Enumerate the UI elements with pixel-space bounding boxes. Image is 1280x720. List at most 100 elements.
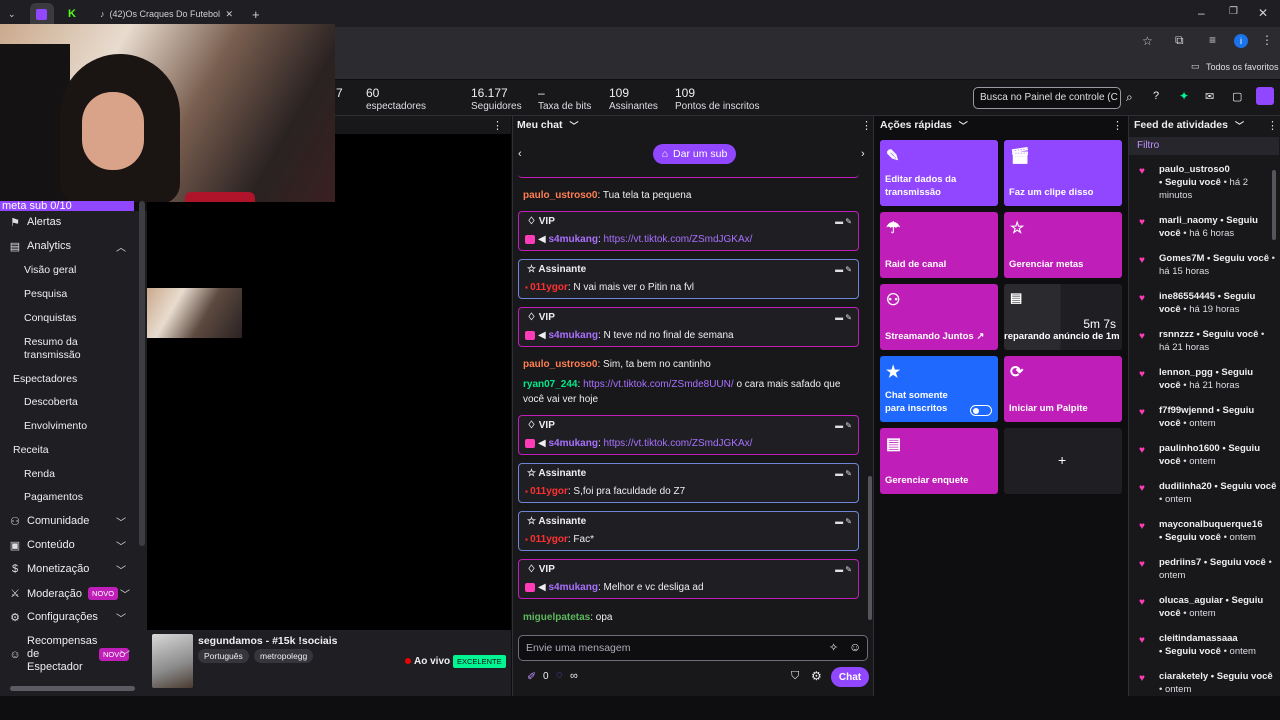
message-actions[interactable]: ▬ ✎ <box>835 469 852 478</box>
feed-item[interactable]: ♥ marli_naomy • Seguiu você • há 6 horas <box>1139 214 1277 240</box>
message-actions[interactable]: ▬ ✎ <box>835 517 852 526</box>
quick-actions-header[interactable]: Ações rápidas ﹀ <box>876 116 968 134</box>
more-options-icon[interactable]: ⋮ <box>1112 119 1123 132</box>
filter-button[interactable]: Filtro <box>1129 137 1279 155</box>
more-options-icon[interactable]: ⋮ <box>492 119 503 132</box>
feed-scrollbar[interactable] <box>1272 170 1276 240</box>
chat-input[interactable]: Envie uma mensagem <box>518 635 868 661</box>
feed-item[interactable]: ♥ cleitindamassaaa • Seguiu você • ontem <box>1139 632 1277 658</box>
nav-pesquisa[interactable]: Pesquisa <box>24 288 67 300</box>
message-actions[interactable]: ▬ ✎ <box>835 217 852 226</box>
chevron-right-icon[interactable]: › <box>861 148 865 160</box>
nav-moderacao[interactable]: ⚔ Moderação NOVO ﹀ <box>0 587 140 601</box>
tab-kick[interactable]: K <box>62 3 86 25</box>
sparkle-icon[interactable]: ✧ <box>829 641 838 654</box>
feed-item[interactable]: ♥ lennon_pgg • Seguiu você • há 21 horas <box>1139 366 1277 392</box>
dashboard-search-input[interactable]: Busca no Painel de controle (C <box>973 87 1121 109</box>
menu-icon[interactable]: ⋮ <box>1261 33 1273 47</box>
subs-only-toggle[interactable] <box>970 405 992 416</box>
minimize-icon[interactable]: – <box>1198 6 1205 20</box>
tab-search-button[interactable]: ⌄ <box>4 3 22 25</box>
feed-item[interactable]: ♥ dudilinha20 • Seguiu você • ontem <box>1139 480 1277 506</box>
emote-icon[interactable]: ☺ <box>849 640 861 654</box>
new-tab-button[interactable]: + <box>250 3 266 25</box>
sidebar-scrollbar[interactable] <box>139 201 145 546</box>
feed-item[interactable]: ♥ rsnnzzz • Seguiu você • há 21 horas <box>1139 328 1277 354</box>
more-options-icon[interactable]: ⋮ <box>1267 119 1278 132</box>
feed-item[interactable]: ♥ ciaraketely • Seguiu você • ontem <box>1139 670 1277 696</box>
feed-item[interactable]: ♥ mayconalbuquerque16 • Seguiu você • ont… <box>1139 518 1277 544</box>
chat-bubble-icon[interactable]: ▢ <box>1232 90 1242 103</box>
tag-portugues[interactable]: Português <box>198 649 249 663</box>
tag-metropolegg[interactable]: metropolegg <box>254 649 314 663</box>
nav-resumo[interactable]: Resumo da transmissão <box>24 336 94 362</box>
nav-envolvimento[interactable]: Envolvimento <box>24 420 87 432</box>
message-link[interactable]: https://vt.tiktok.com/ZSmdJGKAx/ <box>604 234 753 245</box>
raid-button[interactable]: ☂ Raid de canal <box>880 212 998 278</box>
nav-comunidade[interactable]: ⚇ Comunidade ﹀ <box>0 515 140 529</box>
add-quick-action-button[interactable]: + <box>1004 428 1122 494</box>
nav-renda[interactable]: Renda <box>24 468 55 480</box>
nav-conquistas[interactable]: Conquistas <box>24 312 77 324</box>
close-window-icon[interactable]: ✕ <box>1258 6 1268 20</box>
feed-item[interactable]: ♥ paulo_ustroso0 • Seguiu você • há 2 min… <box>1139 163 1277 202</box>
close-icon[interactable]: ✕ <box>226 9 234 20</box>
message-link[interactable]: https://vt.tiktok.com/ZSmde8UUN/ <box>583 379 734 390</box>
feed-item[interactable]: ♥ paulinho1600 • Seguiu você • ontem <box>1139 442 1277 468</box>
tab-tiktok[interactable]: ♪ (42)Os Craques Do Futebol: Ha ✕ <box>92 3 247 25</box>
message-link[interactable]: https://vt.tiktok.com/ZSmdJGKAx/ <box>604 438 753 449</box>
stream-together-button[interactable]: ⚇ Streamando Juntos ↗ <box>880 284 998 350</box>
nav-monetizacao[interactable]: $ Monetização ﹀ <box>0 563 140 577</box>
activity-feed-header[interactable]: Feed de atividades ﹀ <box>1130 116 1244 134</box>
prepare-ad-button[interactable]: ▤ 5m 7s reparando anúncio de 1m <box>1004 284 1122 350</box>
nav-receita[interactable]: Receita <box>13 444 49 456</box>
restore-icon[interactable]: ❐ <box>1229 6 1238 17</box>
feed-item[interactable]: ♥ olucas_aguiar • Seguiu você • ontem <box>1139 594 1277 620</box>
media-icon[interactable]: ≡ <box>1209 33 1216 47</box>
manage-poll-button[interactable]: ▤ Gerenciar enquete <box>880 428 998 494</box>
subscribers-only-chat-button[interactable]: ★ Chat somente para inscritos <box>880 356 998 422</box>
channel-points-icon[interactable]: ✐ <box>527 670 536 683</box>
chevron-left-icon[interactable]: ‹ <box>518 148 522 160</box>
message-actions[interactable]: ▬ ✎ <box>835 265 852 274</box>
manage-goals-button[interactable]: ☆ Gerenciar metas <box>1004 212 1122 278</box>
edit-stream-info-button[interactable]: ✎ Editar dados da transmissão <box>880 140 998 206</box>
star-icon[interactable]: ☆ <box>1142 34 1153 48</box>
nav-descoberta[interactable]: Descoberta <box>24 396 78 408</box>
nav-recompensas[interactable]: ☺ Recompensas de Espectador NOVO ﹀ <box>0 635 140 674</box>
extensions-icon[interactable]: ⧉ <box>1175 33 1184 48</box>
search-icon[interactable]: ⌕ <box>1126 90 1133 105</box>
message-actions[interactable]: ▬ ✎ <box>835 421 852 430</box>
horizontal-scrollbar[interactable] <box>10 686 135 691</box>
user-avatar[interactable] <box>1256 87 1274 105</box>
tab-twitch[interactable] <box>30 3 54 25</box>
hype-icon[interactable]: ◌ <box>556 669 563 681</box>
feed-item[interactable]: ♥ f7f99wjennd • Seguiu você • ontem <box>1139 404 1277 430</box>
feed-item[interactable]: ♥ pedriins7 • Seguiu você • ontem <box>1139 556 1277 582</box>
nav-espectadores[interactable]: Espectadores <box>13 373 77 385</box>
clip-button[interactable]: 🎬︎ Faz um clipe disso <box>1004 140 1122 206</box>
chat-header[interactable]: Meu chat ﹀ <box>513 116 579 134</box>
nav-conteudo[interactable]: ▣ Conteúdo ﹀ <box>0 539 140 553</box>
send-chat-button[interactable]: Chat <box>831 667 869 687</box>
gift-sub-button[interactable]: ⌂ Dar um sub <box>653 144 736 164</box>
stream-category-thumbnail[interactable] <box>152 634 193 688</box>
nav-analytics[interactable]: ▤ Analytics ︿ <box>0 240 140 254</box>
message-actions[interactable]: ▬ ✎ <box>835 313 852 322</box>
shield-icon[interactable]: ⛉ <box>791 670 799 683</box>
nav-visao-geral[interactable]: Visão geral <box>24 264 76 276</box>
more-options-icon[interactable]: ⋮ <box>861 119 872 132</box>
crown-icon[interactable]: ✦ <box>1179 89 1189 103</box>
mail-icon[interactable]: ✉ <box>1205 90 1214 103</box>
profile-avatar[interactable]: i <box>1234 34 1248 48</box>
message-actions[interactable]: ▬ ✎ <box>835 565 852 574</box>
nav-alertas[interactable]: ⚑ Alertas <box>0 216 140 229</box>
gear-icon[interactable]: ⚙ <box>811 669 822 683</box>
nav-configuracoes[interactable]: ⚙ Configurações ﹀ <box>0 611 140 625</box>
feed-item[interactable]: ♥ Gomes7M • Seguiu você • há 15 horas <box>1139 252 1277 278</box>
help-icon[interactable]: ? <box>1153 90 1159 102</box>
all-favorites-link[interactable]: Todos os favoritos <box>1206 62 1279 72</box>
start-prediction-button[interactable]: ⟳ Iniciar um Palpite <box>1004 356 1122 422</box>
nav-pagamentos[interactable]: Pagamentos <box>24 491 83 503</box>
feed-item[interactable]: ♥ ine86554445 • Seguiu você • há 19 horas <box>1139 290 1277 316</box>
